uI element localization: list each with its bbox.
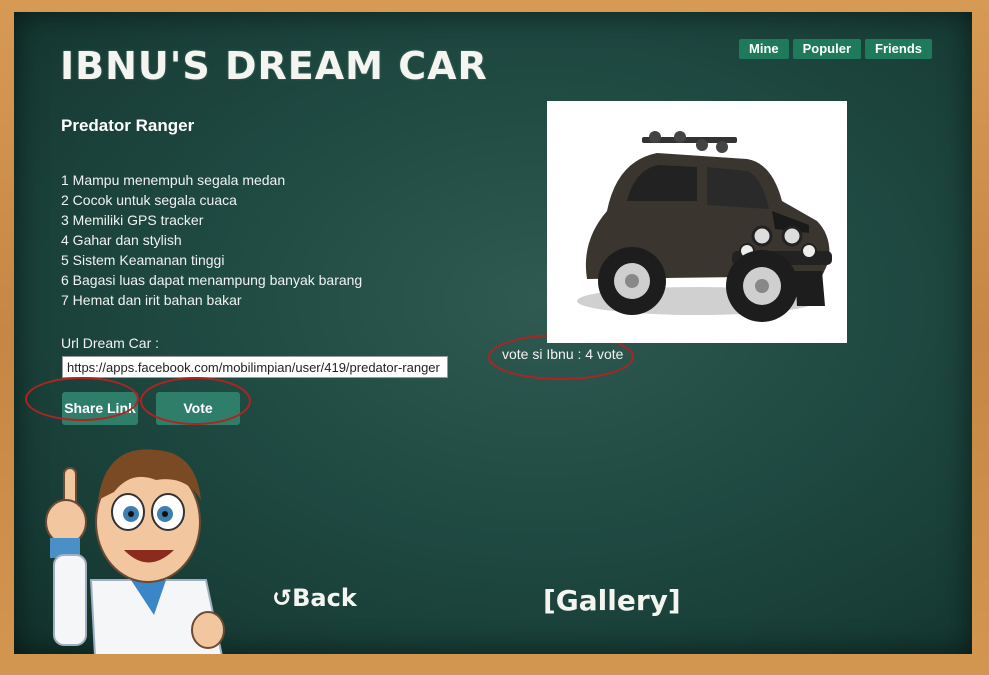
url-field[interactable] [62,356,448,378]
back-link[interactable]: ↺Back [272,584,357,612]
feature-item: 5 Sistem Keamanan tinggi [61,252,225,268]
chalkboard: IBNU'S DREAM CAR Mine Populer Friends Pr… [14,12,972,654]
vote-count: vote si Ibnu : 4 vote [502,346,624,362]
wooden-frame: IBNU'S DREAM CAR Mine Populer Friends Pr… [0,0,989,675]
feature-item: 6 Bagasi luas dapat menampung banyak bar… [61,272,363,288]
teacher-mascot [36,430,241,654]
feature-item: 1 Mampu menempuh segala medan [61,172,286,188]
suv-car-icon [577,131,832,322]
feature-item: 7 Hemat dan irit bahan bakar [61,292,242,308]
back-label: Back [292,584,357,612]
feature-item: 3 Memiliki GPS tracker [61,212,204,228]
mascot-illustration [45,449,225,654]
vote-button[interactable]: Vote [156,392,240,425]
nav-friends-button[interactable]: Friends [865,39,932,59]
gallery-link[interactable]: [Gallery] [543,584,681,617]
share-link-button[interactable]: Share Link [62,392,138,425]
nav-populer-button[interactable]: Populer [792,39,862,59]
feature-list: 1 Mampu menempuh segala medan 2 Cocok un… [61,170,362,310]
car-name: Predator Ranger [61,116,195,135]
feature-item: 4 Gahar dan stylish [61,232,182,248]
page-title: IBNU'S DREAM CAR [60,44,488,88]
nav-mine-button[interactable]: Mine [739,39,789,59]
feature-item: 2 Cocok untuk segala cuaca [61,192,237,208]
car-image [547,101,847,343]
back-arrow-icon: ↺ [272,584,293,612]
url-label: Url Dream Car : [61,335,160,351]
top-nav: Mine Populer Friends [739,39,932,59]
